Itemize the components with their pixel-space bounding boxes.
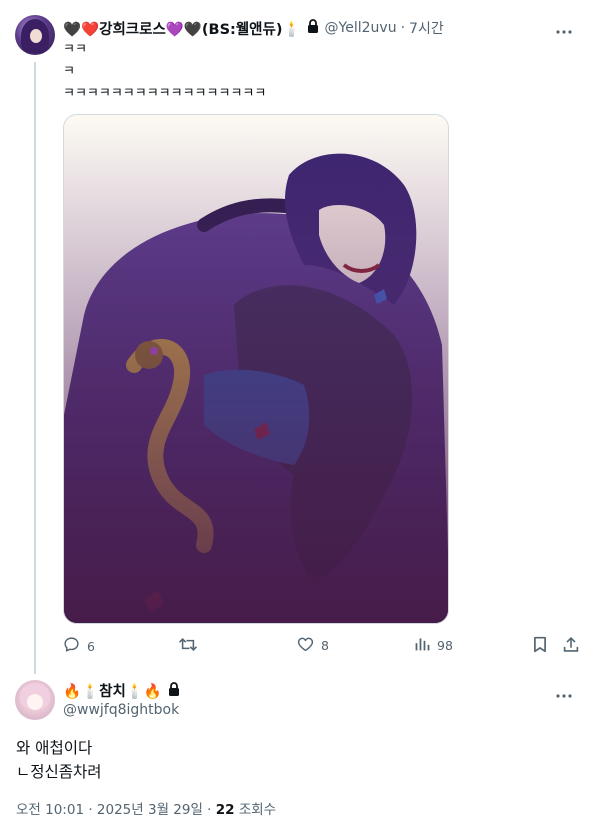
lock-icon xyxy=(307,19,319,37)
reply-author-name[interactable]: 🔥🕯️참치🕯️🔥 xyxy=(63,680,162,701)
reply-count: 6 xyxy=(87,638,95,654)
author-name[interactable]: 🖤❤️강희크로스💜🖤(BS:웰앤듀)🕯️ xyxy=(63,18,301,39)
tweet-text-line: ㅋㅋ xyxy=(63,42,87,57)
retweet-button[interactable] xyxy=(178,636,205,656)
tweet-header: 🖤❤️강희크로스💜🖤(BS:웰앤듀)🕯️ @Yell2uvu · 7시간 xyxy=(63,18,444,38)
more-icon[interactable] xyxy=(555,20,573,39)
tweet-text-line: ㅋ xyxy=(63,64,75,79)
views-icon xyxy=(414,636,437,655)
reply-author-avatar[interactable] xyxy=(15,680,55,720)
reply-timestamp: 오전 10:01 · 2025년 3월 29일 · 22 조회수 xyxy=(16,798,276,818)
views-label: 조회수 xyxy=(234,802,277,818)
reply-text-line: 와 애첩이다 xyxy=(16,739,93,757)
author-avatar[interactable] xyxy=(15,15,55,55)
timestamp-text[interactable]: 오전 10:01 · 2025년 3월 29일 · xyxy=(16,802,216,818)
views-button[interactable]: 98 xyxy=(414,636,453,655)
like-count: 8 xyxy=(321,638,329,653)
illustration-art xyxy=(64,115,448,623)
reply-text-line: ㄴ정신좀차려 xyxy=(16,763,102,781)
like-icon xyxy=(297,636,321,655)
reply-header: 🔥🕯️참치🕯️🔥 xyxy=(63,680,186,701)
tweet-actions: 6 8 98 xyxy=(63,636,583,658)
share-icon xyxy=(563,636,586,656)
tweet-text: ㅋㅋ ㅋ ㅋㅋㅋㅋㅋㅋㅋㅋㅋㅋㅋㅋㅋㅋㅋㅋㅋ xyxy=(63,40,266,106)
reply-text: 와 애첩이다 ㄴ정신좀차려 xyxy=(16,736,102,784)
retweet-icon xyxy=(178,636,205,656)
thread-connector-line xyxy=(34,62,36,674)
avatar-face xyxy=(30,29,42,43)
separator-dot: · xyxy=(400,20,406,36)
lock-icon xyxy=(168,681,180,700)
tweet-text-line: ㅋㅋㅋㅋㅋㅋㅋㅋㅋㅋㅋㅋㅋㅋㅋㅋㅋ xyxy=(63,86,267,101)
more-icon[interactable] xyxy=(555,684,573,703)
reply-author-handle[interactable]: @wwjfq8ightbok xyxy=(63,702,179,718)
views-number: 22 xyxy=(215,802,235,818)
bookmark-icon xyxy=(533,636,554,656)
bookmark-button[interactable] xyxy=(533,636,554,656)
share-button[interactable] xyxy=(563,636,586,656)
reply-icon xyxy=(63,636,87,656)
tweet-time[interactable]: 7시간 xyxy=(409,18,444,38)
author-handle[interactable]: @Yell2uvu xyxy=(325,20,397,36)
reply-button[interactable]: 6 xyxy=(63,636,95,656)
tweet-image[interactable] xyxy=(63,114,449,624)
like-button[interactable]: 8 xyxy=(297,636,329,655)
views-count: 98 xyxy=(437,638,453,653)
avatar-face xyxy=(27,694,43,710)
